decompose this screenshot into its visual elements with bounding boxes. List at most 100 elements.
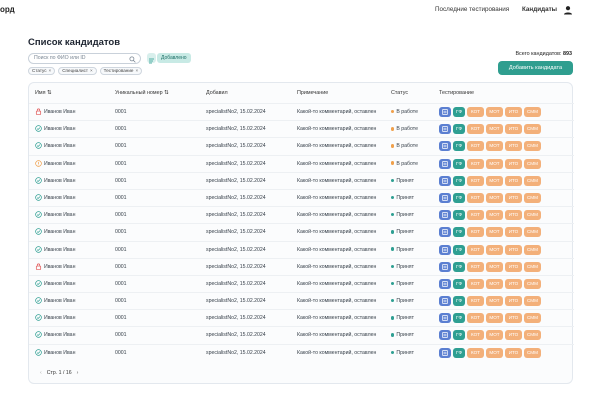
test-mot-button[interactable]: МОТ <box>486 296 503 307</box>
filter-chip-status[interactable]: Статус × <box>28 67 56 75</box>
test-mot-button[interactable]: МОТ <box>486 107 503 117</box>
candidate-name[interactable]: Иванов Иван <box>44 264 75 270</box>
table-row[interactable]: Иванов Иван 0001 specialistNo2, 15.02.20… <box>29 309 574 326</box>
test-mot-button[interactable]: МОТ <box>486 124 503 135</box>
test-mot-button[interactable]: МОТ <box>486 313 503 324</box>
table-row[interactable]: Иванов Иван 0001 specialistNo2, 15.02.20… <box>29 274 574 292</box>
test-mot-button[interactable]: МОТ <box>486 278 503 289</box>
test-kot-button[interactable]: КОТ <box>467 175 484 186</box>
test-gf-button[interactable]: ГФ <box>453 278 465 289</box>
test-ito-button[interactable]: ИТО <box>505 330 522 341</box>
test-gf-button[interactable]: ГФ <box>453 175 465 186</box>
table-row[interactable]: Иванов Иван 0001 specialistNo2, 15.02.20… <box>29 137 574 154</box>
table-row[interactable]: Иванов Иван 0001 specialistNo2, 15.02.20… <box>29 240 574 258</box>
test-ito-button[interactable]: ИТО <box>505 261 522 272</box>
test-mot-button[interactable]: МОТ <box>486 261 503 272</box>
report-button[interactable] <box>439 124 451 135</box>
candidate-name[interactable]: Иванов Иван <box>44 109 75 115</box>
candidate-name[interactable]: Иванов Иван <box>44 126 75 132</box>
test-kot-button[interactable]: КОТ <box>467 330 484 341</box>
test-ito-button[interactable]: ИТО <box>505 313 522 324</box>
test-smm-button[interactable]: СММ <box>524 347 541 358</box>
test-gf-button[interactable]: ГФ <box>453 158 465 169</box>
test-mot-button[interactable]: МОТ <box>486 347 503 358</box>
test-kot-button[interactable]: КОТ <box>467 278 484 289</box>
test-gf-button[interactable]: ГФ <box>453 347 465 358</box>
report-button[interactable] <box>439 296 451 307</box>
test-smm-button[interactable]: СММ <box>524 313 541 324</box>
test-gf-button[interactable]: ГФ <box>453 313 465 324</box>
test-ito-button[interactable]: ИТО <box>505 107 522 117</box>
test-kot-button[interactable]: КОТ <box>467 244 484 255</box>
report-button[interactable] <box>439 261 451 272</box>
table-row[interactable]: Иванов Иван 0001 specialistNo2, 15.02.20… <box>29 188 574 206</box>
close-icon[interactable]: × <box>135 68 138 73</box>
candidate-name[interactable]: Иванов Иван <box>44 195 75 201</box>
test-gf-button[interactable]: ГФ <box>453 124 465 135</box>
candidate-name[interactable]: Иванов Иван <box>44 212 75 218</box>
next-page-icon[interactable]: › <box>77 370 79 376</box>
candidate-name[interactable]: Иванов Иван <box>44 161 75 167</box>
candidate-name[interactable]: Иванов Иван <box>44 350 75 356</box>
test-ito-button[interactable]: ИТО <box>505 244 522 255</box>
test-kot-button[interactable]: КОТ <box>467 210 484 221</box>
test-smm-button[interactable]: СММ <box>524 107 541 117</box>
test-smm-button[interactable]: СММ <box>524 244 541 255</box>
report-button[interactable] <box>439 278 451 289</box>
test-mot-button[interactable]: МОТ <box>486 158 503 169</box>
added-filter-chip[interactable]: Добавлено <box>157 53 191 63</box>
test-ito-button[interactable]: ИТО <box>505 158 522 169</box>
test-kot-button[interactable]: КОТ <box>467 107 484 117</box>
test-mot-button[interactable]: МОТ <box>486 141 503 152</box>
test-smm-button[interactable]: СММ <box>524 210 541 221</box>
table-row[interactable]: Иванов Иван 0001 specialistNo2, 15.02.20… <box>29 223 574 240</box>
col-name[interactable]: Имя ⇅ <box>35 90 52 96</box>
test-kot-button[interactable]: КОТ <box>467 313 484 324</box>
test-smm-button[interactable]: СММ <box>524 261 541 272</box>
test-smm-button[interactable]: СММ <box>524 124 541 135</box>
report-button[interactable] <box>439 107 451 117</box>
filter-chip-testing[interactable]: Тестирование × <box>99 67 143 75</box>
report-button[interactable] <box>439 175 451 186</box>
report-button[interactable] <box>439 141 451 152</box>
table-row[interactable]: Иванов Иван 0001 specialistNo2, 15.02.20… <box>29 257 574 275</box>
test-smm-button[interactable]: СММ <box>524 278 541 289</box>
report-button[interactable] <box>439 210 451 221</box>
table-row[interactable]: Иванов Иван 0001 specialistNo2, 15.02.20… <box>29 154 574 172</box>
table-row[interactable]: Иванов Иван 0001 specialistNo2, 15.02.20… <box>29 120 574 137</box>
col-id[interactable]: Уникальный номер ⇅ <box>115 90 169 96</box>
report-button[interactable] <box>439 347 451 358</box>
table-row[interactable]: Иванов Иван 0001 specialistNo2, 15.02.20… <box>29 343 574 361</box>
test-gf-button[interactable]: ГФ <box>453 227 465 238</box>
sort-icon[interactable]: ⇅ <box>164 90 169 96</box>
candidate-name[interactable]: Иванов Иван <box>44 315 75 321</box>
report-button[interactable] <box>439 227 451 238</box>
test-mot-button[interactable]: МОТ <box>486 210 503 221</box>
table-row[interactable]: Иванов Иван 0001 specialistNo2, 15.02.20… <box>29 171 574 189</box>
test-gf-button[interactable]: ГФ <box>453 244 465 255</box>
test-kot-button[interactable]: КОТ <box>467 261 484 272</box>
test-smm-button[interactable]: СММ <box>524 227 541 238</box>
test-smm-button[interactable]: СММ <box>524 296 541 307</box>
test-smm-button[interactable]: СММ <box>524 192 541 203</box>
test-ito-button[interactable]: ИТО <box>505 296 522 307</box>
test-ito-button[interactable]: ИТО <box>505 227 522 238</box>
test-gf-button[interactable]: ГФ <box>453 330 465 341</box>
candidate-name[interactable]: Иванов Иван <box>44 247 75 253</box>
candidate-name[interactable]: Иванов Иван <box>44 332 75 338</box>
candidate-name[interactable]: Иванов Иван <box>44 229 75 235</box>
table-row[interactable]: Иванов Иван 0001 specialistNo2, 15.02.20… <box>29 103 574 120</box>
test-smm-button[interactable]: СММ <box>524 330 541 341</box>
test-kot-button[interactable]: КОТ <box>467 227 484 238</box>
report-button[interactable] <box>439 244 451 255</box>
report-button[interactable] <box>439 330 451 341</box>
nav-candidates[interactable]: Кандидаты <box>522 6 557 13</box>
close-icon[interactable]: × <box>90 68 93 73</box>
test-smm-button[interactable]: СММ <box>524 141 541 152</box>
candidate-name[interactable]: Иванов Иван <box>44 281 75 287</box>
table-row[interactable]: Иванов Иван 0001 specialistNo2, 15.02.20… <box>29 326 574 343</box>
add-candidate-button[interactable]: Добавить кандидата <box>498 61 573 75</box>
test-gf-button[interactable]: ГФ <box>453 107 465 117</box>
candidate-name[interactable]: Иванов Иван <box>44 298 75 304</box>
nav-recent-tests[interactable]: Последние тестирования <box>435 6 509 13</box>
